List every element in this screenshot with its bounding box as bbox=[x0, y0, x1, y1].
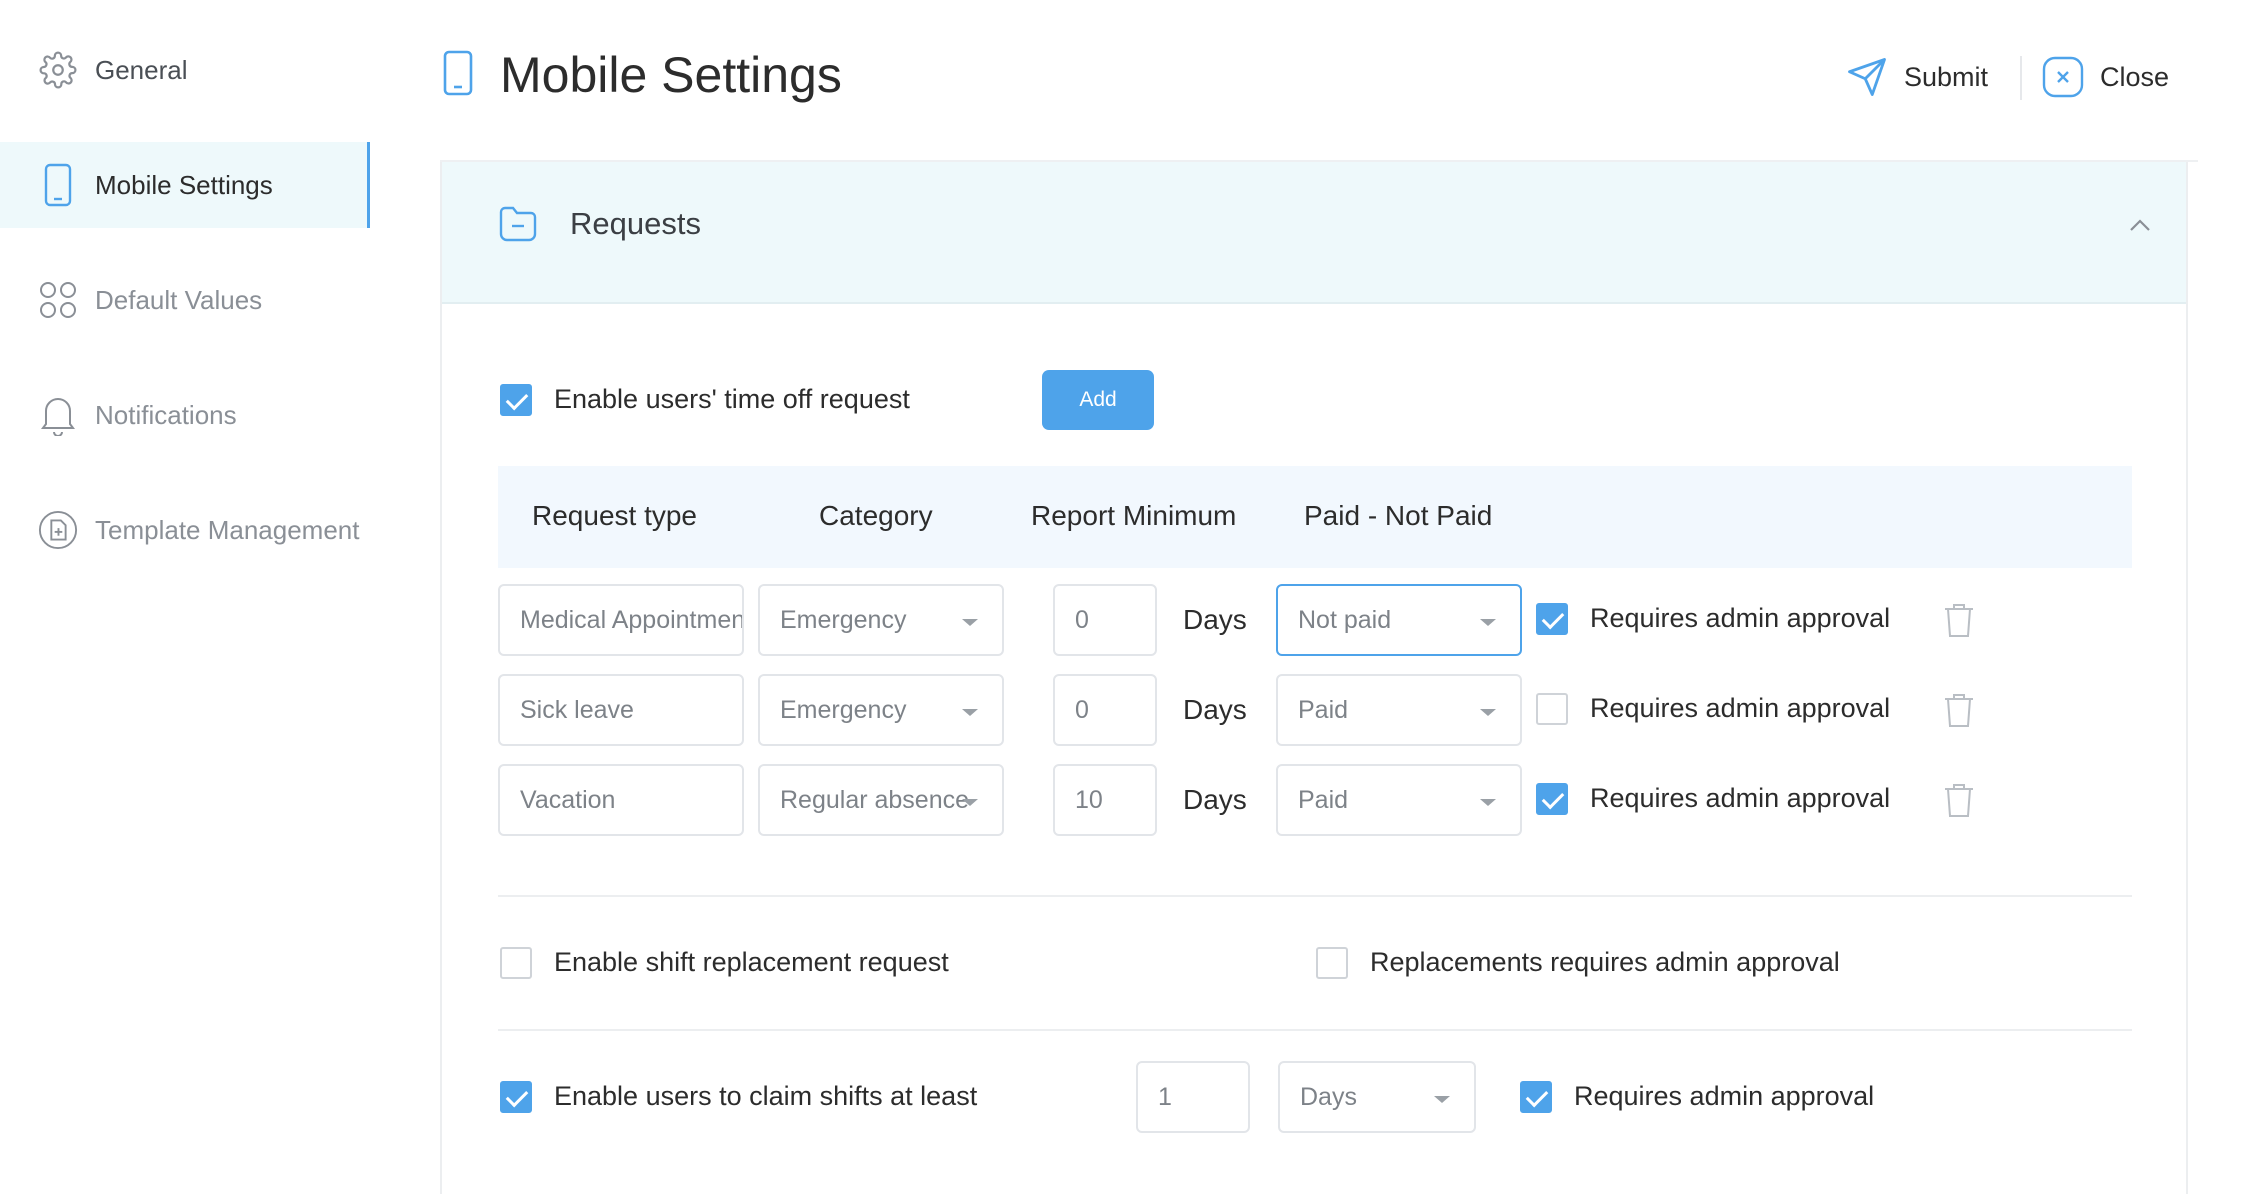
requests-panel: Requests Enable users' time off request … bbox=[440, 162, 2188, 1194]
sidebar-item-label: General bbox=[95, 54, 188, 85]
sidebar-item-default-values[interactable]: Default Values bbox=[0, 257, 370, 343]
header-divider bbox=[2020, 56, 2022, 100]
sidebar-item-notifications[interactable]: Notifications bbox=[0, 372, 370, 458]
trash-icon[interactable] bbox=[1942, 691, 1976, 729]
admin-approval-label: Requires admin approval bbox=[1590, 693, 1891, 723]
page-title: Mobile Settings bbox=[500, 47, 842, 103]
report-minimum-input[interactable]: 0 bbox=[1053, 584, 1157, 656]
chevron-up-icon[interactable] bbox=[2126, 212, 2154, 240]
admin-approval-checkbox[interactable] bbox=[1536, 693, 1568, 725]
claim-shifts-value-input[interactable]: 1 bbox=[1136, 1061, 1250, 1133]
admin-approval-label: Requires admin approval bbox=[1590, 783, 1891, 813]
time-off-label: Enable users' time off request bbox=[554, 384, 910, 414]
send-icon bbox=[1846, 56, 1888, 98]
trash-icon[interactable] bbox=[1942, 601, 1976, 639]
column-header-category: Category bbox=[819, 500, 933, 531]
admin-approval-checkbox[interactable] bbox=[1536, 603, 1568, 635]
column-header-paid: Paid - Not Paid bbox=[1304, 500, 1493, 531]
document-plus-icon bbox=[38, 510, 78, 550]
claim-approval-label: Requires admin approval bbox=[1574, 1081, 1875, 1111]
column-header-request-type: Request type bbox=[532, 500, 697, 531]
divider bbox=[498, 1029, 2132, 1031]
category-select[interactable]: Regular absence bbox=[758, 764, 1004, 836]
requests-panel-header[interactable]: Requests bbox=[442, 162, 2186, 304]
report-minimum-input[interactable]: 0 bbox=[1053, 674, 1157, 746]
mobile-phone-icon bbox=[442, 49, 482, 101]
category-select[interactable]: Emergency bbox=[758, 584, 1004, 656]
gear-icon bbox=[38, 50, 78, 90]
bell-icon bbox=[38, 395, 78, 436]
request-type-input[interactable]: Vacation bbox=[498, 764, 744, 836]
report-minimum-input[interactable]: 10 bbox=[1053, 764, 1157, 836]
claim-shifts-unit-select[interactable]: Days bbox=[1278, 1061, 1476, 1133]
admin-approval-label: Requires admin approval bbox=[1590, 603, 1891, 633]
mobile-phone-icon bbox=[38, 163, 78, 207]
sidebar-item-label: Default Values bbox=[95, 284, 263, 315]
paid-select[interactable]: Paid bbox=[1276, 764, 1522, 836]
shift-replacement-label: Enable shift replacement request bbox=[554, 947, 949, 977]
days-label: Days bbox=[1183, 784, 1247, 815]
sidebar-item-label: Notifications bbox=[95, 399, 237, 430]
category-select[interactable]: Emergency bbox=[758, 674, 1004, 746]
sidebar-item-template-management[interactable]: Template Management bbox=[0, 487, 370, 573]
sidebar: General Mobile Settings Default Values N… bbox=[0, 0, 372, 1194]
request-type-input[interactable]: Sick leave bbox=[498, 674, 744, 746]
close-label: Close bbox=[2100, 61, 2170, 92]
time-off-checkbox[interactable] bbox=[500, 384, 532, 416]
submit-button[interactable]: Submit bbox=[1846, 56, 1988, 98]
grid-circles-icon bbox=[38, 280, 78, 320]
claim-shifts-checkbox[interactable] bbox=[500, 1081, 532, 1113]
sidebar-item-label: Template Management bbox=[95, 514, 360, 545]
days-label: Days bbox=[1183, 604, 1247, 635]
replacement-approval-label: Replacements requires admin approval bbox=[1370, 947, 1840, 977]
shift-replacement-checkbox[interactable] bbox=[500, 947, 532, 979]
close-button[interactable]: Close bbox=[2042, 56, 2169, 98]
add-button[interactable]: Add bbox=[1042, 370, 1154, 430]
close-icon bbox=[2042, 56, 2084, 98]
sidebar-item-mobile-settings[interactable]: Mobile Settings bbox=[0, 142, 370, 228]
request-table-header: Request type Category Report Minimum Pai… bbox=[498, 466, 2132, 568]
sidebar-item-general[interactable]: General bbox=[0, 27, 370, 113]
paid-select[interactable]: Paid bbox=[1276, 674, 1522, 746]
section-title: Requests bbox=[570, 206, 701, 241]
divider bbox=[498, 895, 2132, 897]
folder-icon bbox=[498, 204, 538, 244]
column-header-report-minimum: Report Minimum bbox=[1031, 500, 1237, 531]
submit-label: Submit bbox=[1904, 61, 1989, 92]
claim-approval-checkbox[interactable] bbox=[1520, 1081, 1552, 1113]
admin-approval-checkbox[interactable] bbox=[1536, 783, 1568, 815]
trash-icon[interactable] bbox=[1942, 781, 1976, 819]
sidebar-item-label: Mobile Settings bbox=[95, 169, 273, 200]
replacement-approval-checkbox[interactable] bbox=[1316, 947, 1348, 979]
claim-shifts-label: Enable users to claim shifts at least bbox=[554, 1081, 978, 1111]
page-header: Mobile Settings bbox=[442, 46, 842, 104]
days-label: Days bbox=[1183, 694, 1247, 725]
paid-select[interactable]: Not paid bbox=[1276, 584, 1522, 656]
request-type-input[interactable]: Medical Appointment bbox=[498, 584, 744, 656]
